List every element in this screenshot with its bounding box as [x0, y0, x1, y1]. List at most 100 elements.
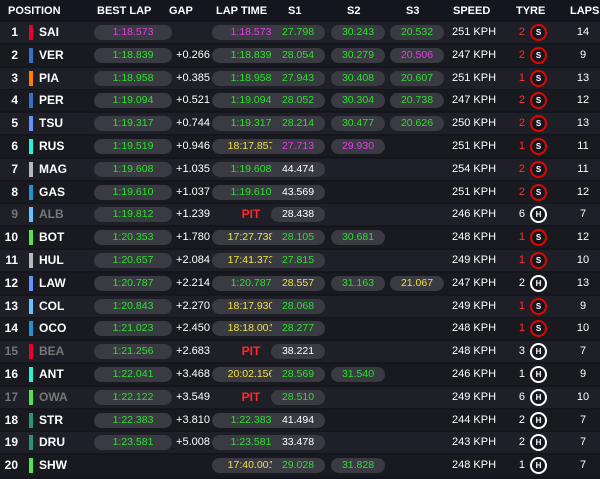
header-s3[interactable]: S3	[406, 5, 419, 17]
header-s2[interactable]: S2	[347, 5, 360, 17]
tyre-age: 6	[518, 390, 525, 403]
table-row[interactable]: 15 BEA 1:21.256 +2.683 PIT 38.221 248 KPH 3 H 7	[0, 341, 600, 363]
driver-code[interactable]: PER	[39, 90, 64, 111]
header-tyre[interactable]: TYRE	[516, 5, 545, 17]
hard-tyre-icon: H	[530, 411, 547, 429]
hard-tyre-icon: H	[530, 274, 547, 292]
table-row[interactable]: 16 ANT 1:22.041 +3.468 20:02.156 28.569 31.540…	[0, 364, 600, 385]
tyre-age: 6	[518, 208, 525, 221]
driver-code[interactable]: ALB	[39, 204, 64, 225]
driver-code[interactable]: OWA	[39, 387, 68, 408]
speed-trap: 251 KPH	[452, 26, 497, 38]
driver-code[interactable]: BEA	[39, 341, 64, 362]
header-lap-time[interactable]: LAP TIME	[216, 5, 267, 17]
table-row[interactable]: 18 STR 1:22.383 +3.810 1:22.383 41.494 244 KPH…	[0, 409, 600, 431]
team-color-bar	[29, 230, 33, 246]
table-row[interactable]: 8 GAS 1:19.610 +1.037 1:19.610 43.569 251 KPH 2…	[0, 181, 600, 203]
sector-1-time: 28.214	[271, 116, 325, 132]
driver-code[interactable]: OCO	[39, 318, 66, 339]
table-row[interactable]: 19 DRU 1:23.581 +5.008 1:23.581 33.478 243 KPH…	[0, 432, 600, 454]
header-s1[interactable]: S1	[288, 5, 301, 17]
gap-to-leader: +1.780	[176, 231, 210, 244]
lap-count: 13	[576, 276, 590, 289]
table-row[interactable]: 13 COL 1:20.843 +2.270 18:17.930 28.068 249 KP…	[0, 295, 600, 317]
table-row[interactable]: 12 LAW 1:20.787 +2.214 1:20.787 28.557 31.163 2…	[0, 272, 600, 294]
team-color-bar	[29, 25, 33, 40]
driver-code[interactable]: VER	[39, 45, 64, 66]
gap-to-leader: +0.266	[176, 48, 210, 61]
table-row[interactable]: 10 BOT 1:20.353 +1.780 17:27.738 28.105 30.681…	[0, 227, 600, 249]
tyre-age: 1	[518, 231, 525, 244]
lap-count: 9	[579, 368, 587, 380]
driver-code[interactable]: ANT	[39, 364, 64, 385]
driver-code[interactable]: HUL	[39, 250, 64, 271]
table-row[interactable]: 17 OWA 1:22.122 +3.549 PIT 28.510 249 KPH 6 H 10	[0, 386, 600, 408]
header-best-lap[interactable]: BEST LAP	[97, 5, 151, 17]
gap-to-leader	[160, 455, 210, 476]
sector-1-time: 38.221	[271, 344, 325, 360]
team-color-bar	[29, 207, 33, 223]
speed-trap: 246 KPH	[452, 208, 497, 221]
team-color-bar	[29, 253, 33, 268]
table-row[interactable]: 6 RUS 1:19.519 +0.946 18:17.857 27.713 29.930 2…	[0, 136, 600, 157]
table-row[interactable]: 4 PER 1:19.094 +0.521 1:19.094 28.052 30.304 20…	[0, 90, 600, 112]
driver-code[interactable]: COL	[39, 296, 64, 317]
header-speed[interactable]: SPEED	[453, 5, 490, 17]
sector-1-time: 28.054	[271, 47, 325, 63]
driver-code[interactable]: GAS	[39, 182, 65, 203]
driver-code[interactable]: RUS	[39, 136, 64, 157]
header-position[interactable]: POSITION	[8, 5, 61, 17]
position-number: 6	[11, 139, 18, 153]
team-color-bar	[29, 412, 33, 428]
sector-2-time: 30.243	[331, 25, 385, 40]
tyre-age: 2	[518, 26, 525, 38]
team-color-bar	[29, 47, 33, 63]
driver-code[interactable]: MAG	[39, 159, 67, 180]
tyre-age: 2	[518, 94, 525, 107]
gap-to-leader: +2.683	[176, 345, 210, 358]
team-color-bar	[29, 184, 33, 200]
driver-code[interactable]: SAI	[39, 22, 59, 43]
speed-trap: 250 KPH	[452, 117, 497, 130]
driver-code[interactable]: STR	[39, 410, 63, 431]
table-row[interactable]: 5 TSU 1:19.317 +0.744 1:19.317 28.214 30.477 20…	[0, 113, 600, 135]
table-row[interactable]: 1 SAI 1:18.573 1:18.573 27.798 30.243 20.532 25…	[0, 22, 600, 43]
driver-code[interactable]: BOT	[39, 227, 64, 248]
speed-trap: 248 KPH	[452, 459, 497, 472]
gap-to-leader: +2.214	[176, 276, 210, 289]
position-number: 9	[11, 207, 18, 222]
table-row[interactable]: 3 PIA 1:18.958 +0.385 1:18.958 27.943 30.408 20…	[0, 67, 600, 89]
table-row[interactable]: 9 ALB 1:19.812 +1.239 PIT 28.438 246 KPH 6 H 7	[0, 204, 600, 226]
lap-count: 7	[579, 459, 587, 472]
sector-1-time: 28.569	[271, 367, 325, 382]
driver-code[interactable]: PIA	[39, 68, 59, 89]
sector-1-time: 43.569	[271, 184, 325, 200]
driver-code[interactable]: SHW	[39, 455, 67, 476]
table-row[interactable]: 14 OCO 1:21.023 +2.450 18:18.001 28.277 248 KP…	[0, 318, 600, 340]
header-laps[interactable]: LAPS	[570, 5, 599, 17]
gap-to-leader: +1.037	[176, 185, 210, 198]
tyre-age: 2	[518, 185, 525, 198]
speed-trap: 249 KPH	[452, 254, 497, 266]
table-row[interactable]: 2 VER 1:18.839 +0.266 1:18.839 28.054 30.279 20…	[0, 44, 600, 66]
driver-code[interactable]: TSU	[39, 113, 63, 134]
position-number: 14	[4, 321, 18, 336]
sector-1-time: 41.494	[271, 412, 325, 428]
lap-count: 9	[579, 48, 587, 61]
hard-tyre-icon: H	[530, 206, 547, 224]
tyre-age: 2	[518, 162, 525, 175]
position-number: 17	[4, 389, 18, 404]
table-row[interactable]: 20 SHW 17:40.001 29.028 31.828 248 KPH 1 H 7	[0, 455, 600, 477]
driver-code[interactable]: DRU	[39, 432, 65, 453]
position-number: 4	[11, 93, 18, 108]
tyre-age: 2	[518, 436, 525, 449]
sector-1-time: 27.943	[271, 70, 325, 86]
table-row[interactable]: 11 HUL 1:20.657 +2.084 17:41.373 27.815 249 KP…	[0, 250, 600, 271]
speed-trap: 244 KPH	[452, 413, 497, 426]
position-number: 2	[11, 47, 18, 62]
sector-2-time: 30.681	[331, 230, 385, 246]
header-gap[interactable]: GAP	[169, 5, 193, 17]
table-row[interactable]: 7 MAG 1:19.608 +1.035 1:19.608 44.474 254 KPH 2…	[0, 158, 600, 180]
lap-count: 13	[576, 71, 590, 84]
driver-code[interactable]: LAW	[39, 273, 66, 294]
